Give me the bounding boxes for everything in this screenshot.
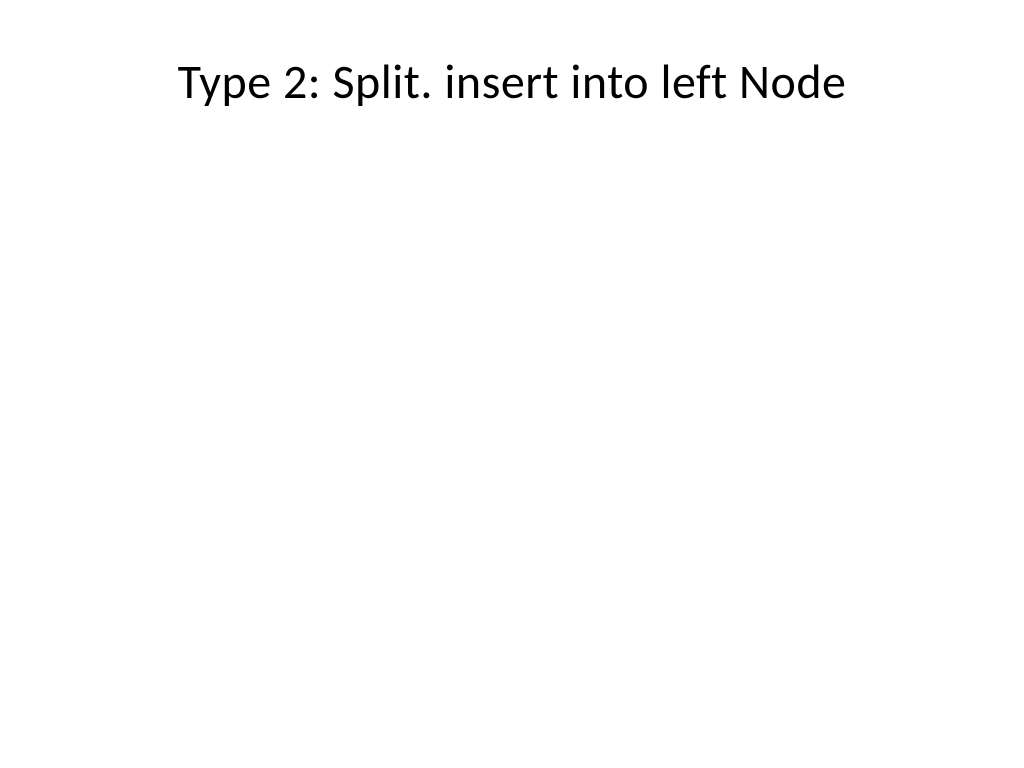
slide-title: Type 2: Split. insert into left Node [0,52,1024,111]
slide-container: Type 2: Split. insert into left Node [0,0,1024,768]
